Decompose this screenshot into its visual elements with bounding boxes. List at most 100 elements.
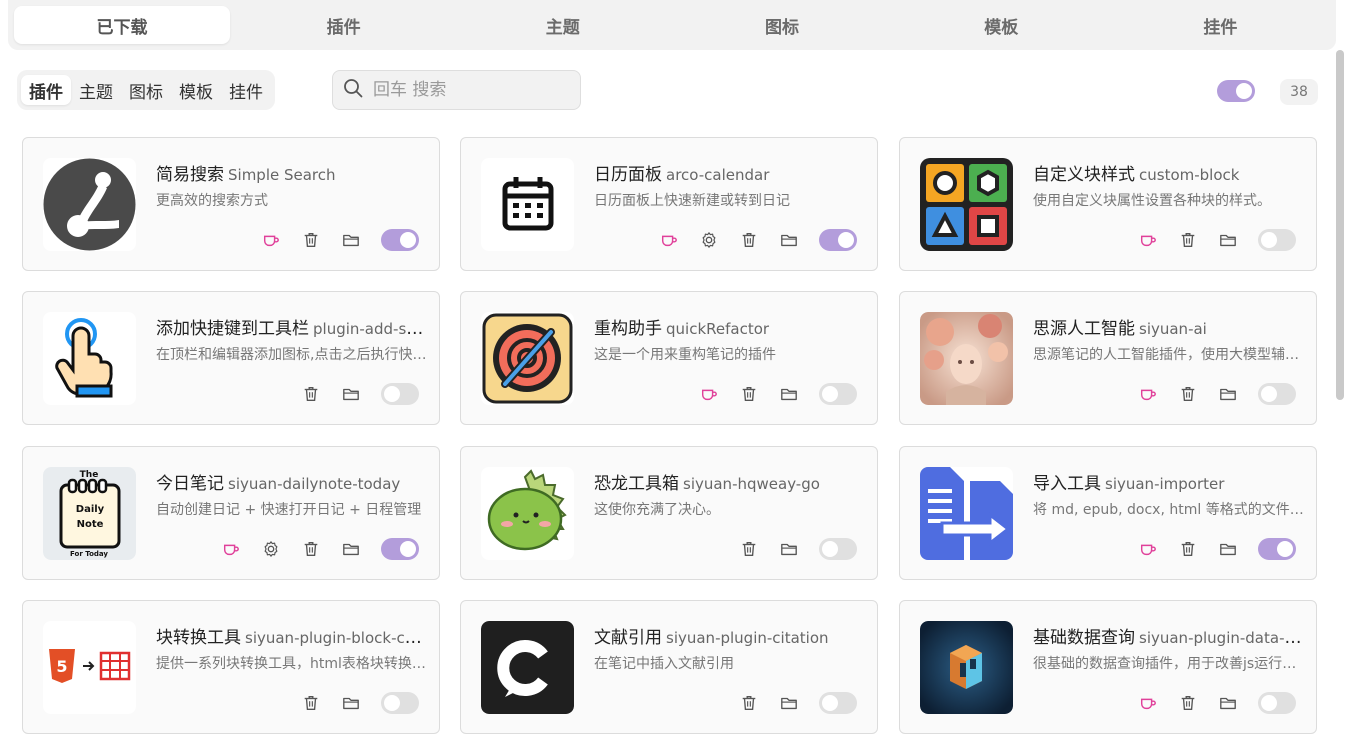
plugin-title: 重构助手 quickRefactor — [594, 314, 866, 339]
segment-widgets[interactable]: 挂件 — [221, 75, 271, 105]
segment-plugins[interactable]: 插件 — [21, 75, 71, 105]
uninstall-icon[interactable] — [301, 230, 321, 250]
settings-icon[interactable] — [261, 539, 281, 559]
plugin-actions — [699, 383, 857, 405]
plugin-enable-toggle[interactable] — [1258, 229, 1296, 251]
sponsor-icon[interactable] — [1138, 693, 1158, 713]
tab-templates[interactable]: 模板 — [892, 6, 1111, 44]
plugin-enable-toggle[interactable] — [819, 229, 857, 251]
plugin-card[interactable]: 基础数据查询siyuan-plugin-data-query 很基础的数据查询插件… — [899, 600, 1317, 734]
dinosaur-icon — [481, 467, 574, 560]
plugin-enable-toggle[interactable] — [381, 229, 419, 251]
segment-templates[interactable]: 模板 — [171, 75, 221, 105]
uninstall-icon[interactable] — [301, 693, 321, 713]
plugin-title: 思源人工智能 siyuan-ai — [1033, 314, 1305, 339]
open-folder-icon[interactable] — [1218, 539, 1238, 559]
plugin-enable-toggle[interactable] — [1258, 692, 1296, 714]
plugin-card[interactable]: 导入工具 siyuan-importer 将 md, epub, docx, htm… — [899, 446, 1317, 580]
plugin-name: 文献引用 — [594, 628, 662, 648]
open-folder-icon[interactable] — [341, 384, 361, 404]
open-folder-icon[interactable] — [779, 230, 799, 250]
plugin-description: 思源笔记的人工智能插件，使用大模型辅助写作 — [1033, 347, 1305, 363]
open-folder-icon[interactable] — [1218, 384, 1238, 404]
daily-note-note: Note — [77, 519, 104, 530]
uninstall-icon[interactable] — [1178, 693, 1198, 713]
uninstall-icon[interactable] — [739, 384, 759, 404]
plugin-card[interactable]: 重构助手 quickRefactor 这是一个用来重构笔记的插件 — [460, 291, 878, 425]
plugin-package: siyuan-plugin-citation — [666, 629, 829, 647]
segment-icons[interactable]: 图标 — [121, 75, 171, 105]
plugin-card[interactable]: 日历面板 arco-calendar 日历面板上快速新建或转到日记 — [460, 137, 878, 271]
calendar-icon — [481, 158, 574, 251]
sponsor-icon[interactable] — [221, 539, 241, 559]
ai-portrait-icon — [920, 312, 1013, 405]
plugin-enable-toggle[interactable] — [819, 538, 857, 560]
sponsor-icon[interactable] — [1138, 384, 1158, 404]
uninstall-icon[interactable] — [739, 693, 759, 713]
open-folder-icon[interactable] — [341, 230, 361, 250]
segment-themes[interactable]: 主题 — [71, 75, 121, 105]
tab-downloaded[interactable]: 已下载 — [14, 6, 230, 44]
plugin-card[interactable]: 恐龙工具箱 siyuan-hqweay-go 这使你充满了决心。 — [460, 446, 878, 580]
settings-icon[interactable] — [699, 230, 719, 250]
plugin-enable-toggle[interactable] — [819, 692, 857, 714]
uninstall-icon[interactable] — [739, 230, 759, 250]
plugin-package: Simple Search — [228, 166, 336, 184]
plugin-title: 日历面板 arco-calendar — [594, 160, 866, 185]
plugin-title: 文献引用 siyuan-plugin-citation — [594, 623, 866, 648]
sponsor-icon[interactable] — [261, 230, 281, 250]
plugin-card[interactable]: 自定义块样式 custom-block 使用自定义块属性设置各种块的样式。 — [899, 137, 1317, 271]
plugin-card[interactable]: 5 块转换工具siyuan-plugin-block-converter 提供一系列… — [22, 600, 440, 734]
sponsor-icon[interactable] — [1138, 539, 1158, 559]
sponsor-icon[interactable] — [1138, 230, 1158, 250]
uninstall-icon[interactable] — [301, 384, 321, 404]
plugin-card[interactable]: The Daily Note For Today 今日笔记 siyuan-dailynot… — [22, 446, 440, 580]
refactor-gear-icon — [481, 312, 574, 405]
plugin-card[interactable]: 添加快捷键到工具栏plugin-add-shortcut-to-toolbar 在… — [22, 291, 440, 425]
open-folder-icon[interactable] — [1218, 693, 1238, 713]
uninstall-icon[interactable] — [1178, 384, 1198, 404]
plugin-enable-toggle[interactable] — [1258, 538, 1296, 560]
plugin-title: 今日笔记 siyuan-dailynote-today — [156, 469, 428, 494]
plugin-card[interactable]: 文献引用 siyuan-plugin-citation 在笔记中插入文献引用 — [460, 600, 878, 734]
plugin-enable-toggle[interactable] — [819, 383, 857, 405]
sponsor-icon[interactable] — [659, 230, 679, 250]
open-folder-icon[interactable] — [341, 693, 361, 713]
plugin-actions — [1138, 229, 1296, 251]
open-folder-icon[interactable] — [779, 539, 799, 559]
uninstall-icon[interactable] — [1178, 539, 1198, 559]
plugin-title: 简易搜索 Simple Search — [156, 160, 428, 185]
daily-note-icon: The Daily Note For Today — [43, 467, 136, 560]
open-folder-icon[interactable] — [341, 539, 361, 559]
uninstall-icon[interactable] — [739, 539, 759, 559]
scrollbar[interactable] — [1336, 50, 1344, 400]
plugin-package: siyuan-ai — [1139, 320, 1207, 338]
plugin-package: siyuan-plugin-data-query — [1139, 629, 1305, 647]
plugin-enable-toggle[interactable] — [381, 692, 419, 714]
tab-plugins[interactable]: 插件 — [234, 6, 453, 44]
simple-search-icon — [43, 158, 136, 251]
plugin-title: 基础数据查询siyuan-plugin-data-query — [1033, 623, 1305, 648]
tab-widgets[interactable]: 挂件 — [1111, 6, 1330, 44]
uninstall-icon[interactable] — [1178, 230, 1198, 250]
uninstall-icon[interactable] — [301, 539, 321, 559]
search-input[interactable] — [373, 80, 563, 100]
plugin-actions — [739, 538, 857, 560]
importer-icon — [920, 467, 1013, 560]
plugin-name: 简易搜索 — [156, 165, 224, 185]
plugin-name: 重构助手 — [594, 319, 662, 339]
plugin-card[interactable]: 简易搜索 Simple Search 更高效的搜索方式 — [22, 137, 440, 271]
open-folder-icon[interactable] — [779, 384, 799, 404]
enable-all-toggle[interactable] — [1217, 80, 1255, 106]
open-folder-icon[interactable] — [1218, 230, 1238, 250]
plugin-enable-toggle[interactable] — [381, 383, 419, 405]
plugin-enable-toggle[interactable] — [1258, 383, 1296, 405]
plugin-enable-toggle[interactable] — [381, 538, 419, 560]
sponsor-icon[interactable] — [699, 384, 719, 404]
type-segment: 插件 主题 图标 模板 挂件 — [17, 70, 275, 110]
plugin-actions — [1138, 692, 1296, 714]
tab-icons[interactable]: 图标 — [672, 6, 891, 44]
tab-themes[interactable]: 主题 — [453, 6, 672, 44]
open-folder-icon[interactable] — [779, 693, 799, 713]
plugin-card[interactable]: 思源人工智能 siyuan-ai 思源笔记的人工智能插件，使用大模型辅助写作 — [899, 291, 1317, 425]
